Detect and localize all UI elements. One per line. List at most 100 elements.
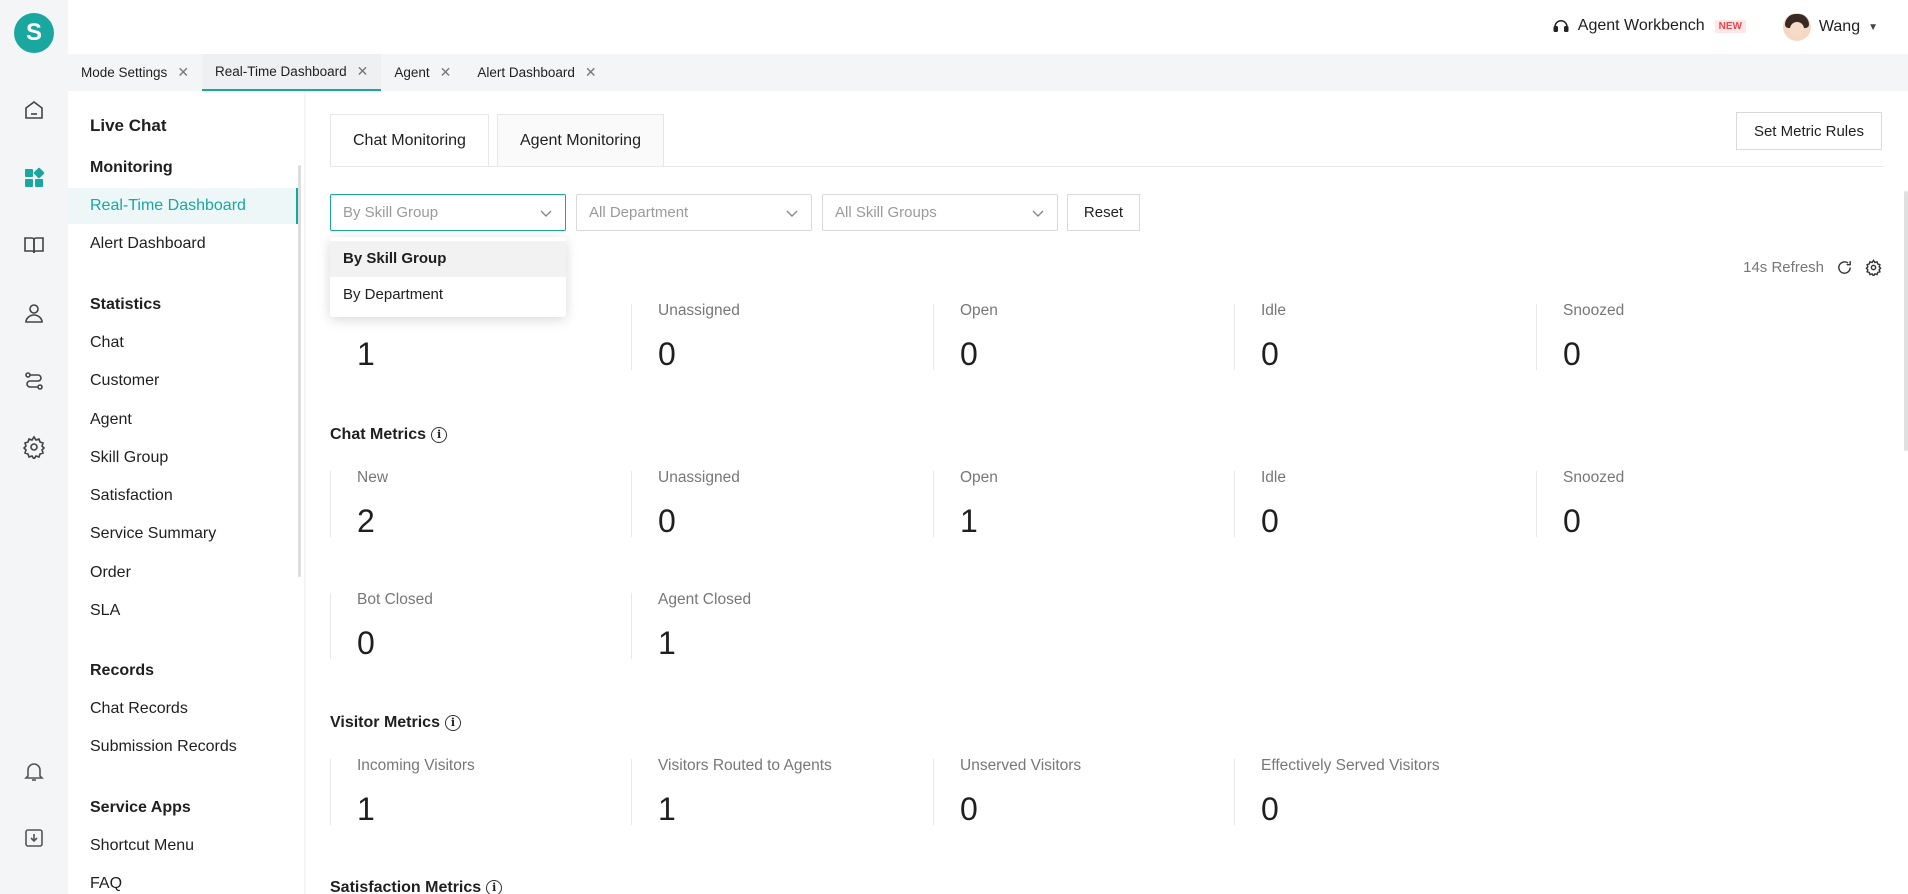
metric-label: Bot Closed bbox=[357, 591, 433, 608]
metric-label: Snoozed bbox=[1563, 469, 1625, 486]
sidebar-item-submission-records[interactable]: Submission Records bbox=[90, 738, 237, 756]
metric-card: Incoming Visitors 1 bbox=[330, 757, 631, 829]
metric-value: 0 bbox=[658, 336, 676, 372]
nav-section-statistics: Statistics bbox=[90, 296, 162, 313]
department-select[interactable]: All Department bbox=[576, 194, 812, 231]
metric-card: Effectively Served Visitors 0 bbox=[1234, 757, 1535, 829]
gear-icon[interactable] bbox=[1865, 259, 1882, 276]
metric-label: Open bbox=[960, 302, 998, 319]
metric-value: 0 bbox=[1261, 791, 1279, 827]
page-tabs: Mode Settings ✕ Real-Time Dashboard ✕ Agen… bbox=[68, 54, 1908, 91]
user-menu[interactable]: Wang ▼ bbox=[1782, 13, 1878, 41]
sidebar-item-skill-group[interactable]: Skill Group bbox=[90, 449, 168, 467]
info-icon[interactable]: i bbox=[431, 427, 448, 443]
tab-mode-settings[interactable]: Mode Settings ✕ bbox=[68, 54, 202, 91]
home-icon[interactable] bbox=[20, 96, 48, 124]
nav-title: Live Chat bbox=[90, 116, 167, 135]
sidebar-scrollbar[interactable] bbox=[298, 165, 301, 577]
routing-icon[interactable] bbox=[20, 367, 48, 395]
metric-value: 0 bbox=[1261, 503, 1279, 539]
settings-icon[interactable] bbox=[20, 433, 48, 461]
tab-real-time-dashboard[interactable]: Real-Time Dashboard ✕ bbox=[202, 54, 382, 91]
metric-card: Idle 0 bbox=[1234, 469, 1535, 541]
sidebar-item-chat-records[interactable]: Chat Records bbox=[90, 700, 188, 718]
sidebar-item-chat[interactable]: Chat bbox=[90, 334, 124, 352]
sidebar-item-alert-dashboard[interactable]: Alert Dashboard bbox=[90, 235, 206, 253]
option-by-skill-group[interactable]: By Skill Group bbox=[330, 241, 566, 277]
department-placeholder: All Department bbox=[589, 204, 689, 221]
sidebar-item-satisfaction[interactable]: Satisfaction bbox=[90, 487, 173, 505]
close-icon[interactable]: ✕ bbox=[440, 64, 452, 81]
nav-section-service-apps: Service Apps bbox=[90, 799, 191, 816]
chevron-down-icon bbox=[786, 210, 798, 217]
tab-agent-monitoring[interactable]: Agent Monitoring bbox=[497, 114, 664, 166]
chat-metrics-title: Chat Metrics i bbox=[330, 426, 448, 444]
sidebar-item-real-time-dashboard[interactable]: Real-Time Dashboard bbox=[68, 188, 298, 224]
set-metric-rules-button[interactable]: Set Metric Rules bbox=[1735, 112, 1882, 150]
agent-icon[interactable] bbox=[20, 299, 48, 327]
agent-workbench-link[interactable]: Agent Workbench NEW bbox=[1552, 17, 1746, 35]
main-scrollbar[interactable] bbox=[1904, 191, 1908, 451]
icon-rail: S bbox=[0, 0, 68, 894]
group-by-select[interactable]: By Skill Group bbox=[330, 194, 566, 231]
skill-groups-select[interactable]: All Skill Groups bbox=[822, 194, 1058, 231]
tab-label: Alert Dashboard bbox=[477, 65, 575, 80]
top-bar: Agent Workbench NEW Wang ▼ bbox=[68, 0, 1908, 54]
metric-label: Unassigned bbox=[658, 469, 740, 486]
sidebar-item-faq[interactable]: FAQ bbox=[90, 875, 122, 893]
metric-value: 0 bbox=[357, 625, 375, 661]
avatar bbox=[1782, 13, 1811, 41]
nav-section-records: Records bbox=[90, 662, 155, 679]
headset-icon bbox=[1553, 20, 1569, 32]
sidebar-item-customer[interactable]: Customer bbox=[90, 372, 159, 390]
metric-value: 0 bbox=[658, 503, 676, 539]
metric-card: Idle 0 bbox=[1234, 302, 1535, 374]
book-icon[interactable] bbox=[20, 231, 48, 259]
metric-label: Visitors Routed to Agents bbox=[658, 757, 832, 774]
app-logo[interactable]: S bbox=[14, 13, 54, 53]
section-title-text: Satisfaction Metrics bbox=[330, 879, 482, 894]
sidebar-item-shortcut-menu[interactable]: Shortcut Menu bbox=[90, 837, 194, 855]
tab-agent[interactable]: Agent ✕ bbox=[381, 54, 464, 91]
new-badge: NEW bbox=[1714, 19, 1746, 33]
metric-card: Bot Closed 0 bbox=[330, 591, 631, 663]
close-icon[interactable]: ✕ bbox=[585, 64, 597, 81]
metric-card: Unassigned 0 bbox=[631, 302, 932, 374]
tab-divider bbox=[330, 166, 1884, 167]
bell-icon[interactable] bbox=[20, 757, 48, 785]
metric-value: 1 bbox=[658, 791, 676, 827]
sidebar-item-sla[interactable]: SLA bbox=[90, 602, 120, 620]
group-by-placeholder: By Skill Group bbox=[343, 204, 439, 221]
close-icon[interactable]: ✕ bbox=[357, 63, 369, 80]
dashboard-icon[interactable] bbox=[20, 164, 48, 192]
tab-chat-monitoring[interactable]: Chat Monitoring bbox=[330, 114, 489, 166]
metric-card: Snoozed 0 bbox=[1536, 302, 1837, 374]
download-icon[interactable] bbox=[20, 824, 48, 852]
section-title-text: Chat Metrics bbox=[330, 426, 427, 443]
metric-card: Unassigned 0 bbox=[631, 469, 932, 541]
refresh-icon[interactable] bbox=[1836, 259, 1853, 276]
metric-value: 1 bbox=[357, 336, 375, 372]
sidebar-item-agent[interactable]: Agent bbox=[90, 411, 132, 429]
refresh-countdown: 14s Refresh bbox=[1743, 259, 1824, 276]
info-icon[interactable]: i bbox=[444, 715, 461, 731]
section-title-text: Visitor Metrics bbox=[330, 714, 440, 731]
group-by-dropdown: By Skill Group By Department bbox=[330, 237, 566, 317]
metric-card: New 2 bbox=[330, 469, 631, 541]
metric-value: 0 bbox=[1563, 503, 1581, 539]
tab-alert-dashboard[interactable]: Alert Dashboard ✕ bbox=[464, 54, 609, 91]
metric-value: 0 bbox=[960, 791, 978, 827]
close-icon[interactable]: ✕ bbox=[177, 64, 189, 81]
metric-label: Idle bbox=[1261, 469, 1286, 486]
chevron-down-icon bbox=[1032, 210, 1044, 217]
sidebar-item-order[interactable]: Order bbox=[90, 564, 131, 582]
reset-button[interactable]: Reset bbox=[1067, 194, 1140, 231]
metric-label: Snoozed bbox=[1563, 302, 1625, 319]
main-content: Chat Monitoring Agent Monitoring Set Met… bbox=[306, 91, 1908, 894]
sidebar-item-service-summary[interactable]: Service Summary bbox=[90, 525, 216, 543]
metric-value: 0 bbox=[960, 336, 978, 372]
option-by-department[interactable]: By Department bbox=[330, 277, 566, 313]
nav-section-monitoring: Monitoring bbox=[90, 159, 173, 176]
metric-card: Unserved Visitors 0 bbox=[933, 757, 1234, 829]
info-icon[interactable]: i bbox=[486, 880, 503, 894]
